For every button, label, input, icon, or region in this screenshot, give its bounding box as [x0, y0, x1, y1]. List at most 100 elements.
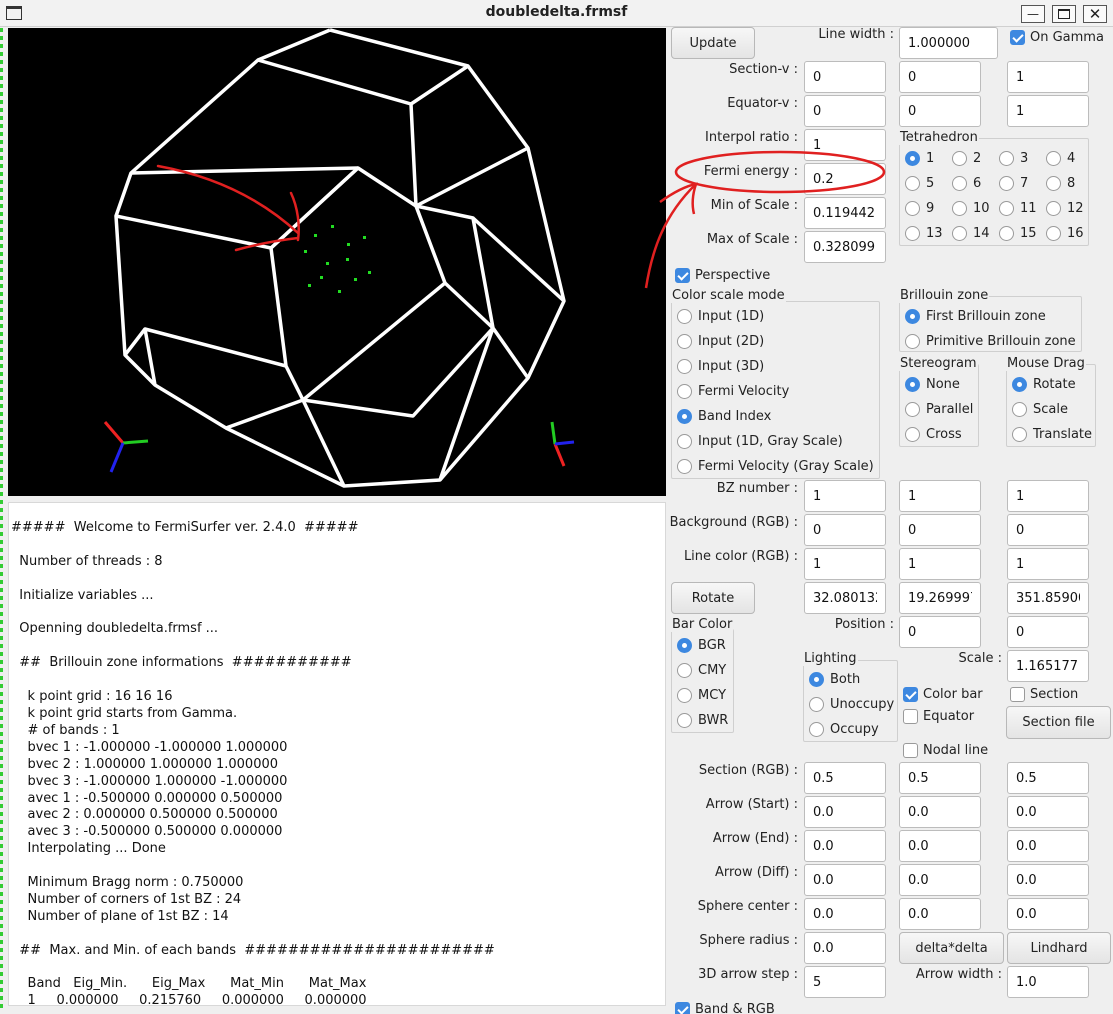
color-scale-option[interactable]: Band Index	[677, 409, 771, 424]
equator-v-y[interactable]	[899, 95, 981, 127]
arrow-width-input[interactable]	[1007, 966, 1089, 998]
brillouin-zone-option[interactable]: Primitive Brillouin zone	[905, 334, 1076, 349]
lighting-option[interactable]: Both	[809, 672, 860, 687]
section-v-y[interactable]	[899, 61, 981, 93]
section-r[interactable]	[804, 762, 886, 794]
position-y[interactable]	[1007, 616, 1089, 648]
section-g[interactable]	[899, 762, 981, 794]
stereogram-option[interactable]: Cross	[905, 427, 962, 442]
section-file-button[interactable]: Section file	[1006, 706, 1111, 739]
bottom-partial-label: Band & RGB	[695, 1002, 775, 1014]
color-scale-option[interactable]: Fermi Velocity	[677, 384, 789, 399]
perspective-checkbox[interactable]: Perspective	[675, 268, 770, 283]
line-color-b[interactable]	[1007, 548, 1089, 580]
arrow-step-input[interactable]	[804, 966, 886, 998]
section-b[interactable]	[1007, 762, 1089, 794]
tetrahedron-option[interactable]: 3	[999, 151, 1028, 166]
tetrahedron-option[interactable]: 11	[999, 201, 1037, 216]
bz-number-y[interactable]	[899, 480, 981, 512]
equator-checkbox[interactable]: Equator	[903, 709, 974, 724]
sphere-center-x[interactable]	[804, 898, 886, 930]
arrow-start-x[interactable]	[804, 796, 886, 828]
bar-color-option[interactable]: CMY	[677, 663, 726, 678]
stereogram-option-label: None	[926, 377, 960, 392]
color-scale-option[interactable]: Input (1D, Gray Scale)	[677, 434, 843, 449]
tetrahedron-option[interactable]: 7	[999, 176, 1028, 191]
line-width-input[interactable]	[899, 27, 998, 59]
scale-input[interactable]	[1007, 650, 1089, 682]
tetrahedron-option[interactable]: 16	[1046, 226, 1084, 241]
tetrahedron-option[interactable]: 9	[905, 201, 934, 216]
maximize-button[interactable]	[1052, 5, 1076, 23]
bz-number-z[interactable]	[1007, 480, 1089, 512]
arrow-end-y[interactable]	[899, 830, 981, 862]
color-scale-option[interactable]: Fermi Velocity (Gray Scale)	[677, 459, 874, 474]
tetrahedron-option[interactable]: 5	[905, 176, 934, 191]
rotate-z[interactable]	[1007, 582, 1089, 614]
tetrahedron-option[interactable]: 1	[905, 151, 934, 166]
section-v-x[interactable]	[804, 61, 886, 93]
background-r[interactable]	[804, 514, 886, 546]
on-gamma-checkbox[interactable]: On Gamma	[1010, 30, 1104, 45]
arrow-diff-z[interactable]	[1007, 864, 1089, 896]
window-menu-icon[interactable]	[6, 6, 22, 20]
stereogram-option[interactable]: Parallel	[905, 402, 973, 417]
sphere-center-y[interactable]	[899, 898, 981, 930]
tetrahedron-option[interactable]: 13	[905, 226, 943, 241]
fermi-surface-canvas[interactable]	[8, 28, 666, 496]
color-bar-checkbox[interactable]: Color bar	[903, 687, 983, 702]
bar-color-option[interactable]: BGR	[677, 638, 726, 653]
lighting-option[interactable]: Occupy	[809, 722, 879, 737]
sphere-center-label: Sphere center :	[697, 899, 798, 914]
arrow-start-z[interactable]	[1007, 796, 1089, 828]
equator-v-x[interactable]	[804, 95, 886, 127]
arrow-diff-x[interactable]	[804, 864, 886, 896]
mouse-drag-option[interactable]: Translate	[1012, 427, 1092, 442]
update-button[interactable]: Update	[671, 27, 755, 59]
bar-color-option[interactable]: BWR	[677, 713, 728, 728]
color-scale-option[interactable]: Input (1D)	[677, 309, 764, 324]
rotate-button[interactable]: Rotate	[671, 582, 755, 614]
background-g[interactable]	[899, 514, 981, 546]
background-b[interactable]	[1007, 514, 1089, 546]
tetrahedron-option[interactable]: 8	[1046, 176, 1075, 191]
tetrahedron-option[interactable]: 6	[952, 176, 981, 191]
nodal-line-checkbox[interactable]: Nodal line	[903, 743, 988, 758]
close-button[interactable]: ✕	[1083, 5, 1107, 23]
mouse-drag-option[interactable]: Scale	[1012, 402, 1068, 417]
tetrahedron-option[interactable]: 14	[952, 226, 990, 241]
color-scale-option[interactable]: Input (3D)	[677, 359, 764, 374]
line-color-r[interactable]	[804, 548, 886, 580]
sphere-center-z[interactable]	[1007, 898, 1089, 930]
mouse-drag-option[interactable]: Rotate	[1012, 377, 1076, 392]
delta-delta-button[interactable]: delta*delta	[899, 932, 1004, 964]
rotate-y[interactable]	[899, 582, 981, 614]
bar-color-option[interactable]: MCY	[677, 688, 726, 703]
minimize-button[interactable]: —	[1021, 5, 1045, 23]
tetrahedron-option[interactable]: 12	[1046, 201, 1084, 216]
arrow-end-z[interactable]	[1007, 830, 1089, 862]
line-width-label: Line width :	[818, 27, 894, 42]
position-x[interactable]	[899, 616, 981, 648]
section-v-z[interactable]	[1007, 61, 1089, 93]
arrow-start-y[interactable]	[899, 796, 981, 828]
line-color-g[interactable]	[899, 548, 981, 580]
arrow-end-x[interactable]	[804, 830, 886, 862]
lighting-option[interactable]: Unoccupy	[809, 697, 894, 712]
color-scale-option[interactable]: Input (2D)	[677, 334, 764, 349]
brillouin-zone-option[interactable]: First Brillouin zone	[905, 309, 1046, 324]
rotate-x[interactable]	[804, 582, 886, 614]
section-checkbox[interactable]: Section	[1010, 687, 1078, 702]
tetrahedron-option[interactable]: 4	[1046, 151, 1075, 166]
tetrahedron-option[interactable]: 10	[952, 201, 990, 216]
tetrahedron-option[interactable]: 2	[952, 151, 981, 166]
equator-v-z[interactable]	[1007, 95, 1089, 127]
lindhard-button[interactable]: Lindhard	[1007, 932, 1111, 964]
radio-icon	[952, 226, 967, 241]
tetrahedron-option[interactable]: 15	[999, 226, 1037, 241]
sphere-radius-input[interactable]	[804, 932, 886, 964]
stereogram-option[interactable]: None	[905, 377, 960, 392]
arrow-diff-y[interactable]	[899, 864, 981, 896]
bz-number-x[interactable]	[804, 480, 886, 512]
lighting-option-label: Unoccupy	[830, 697, 895, 712]
